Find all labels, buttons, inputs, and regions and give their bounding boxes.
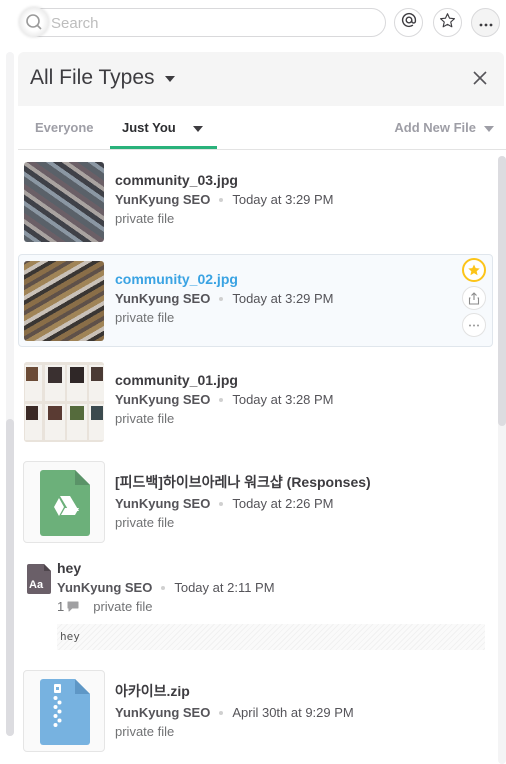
file-privacy: private file: [115, 310, 175, 325]
snippet-preview[interactable]: hey: [57, 624, 485, 650]
file-author[interactable]: YunKyung SEO: [115, 192, 210, 207]
separator-dot: [219, 397, 224, 402]
image-thumbnail: [24, 162, 104, 242]
file-actions-button[interactable]: [462, 313, 486, 337]
separator-dot: [161, 585, 166, 590]
file-privacy: private file: [93, 599, 153, 614]
file-timestamp: Today at 2:26 PM: [232, 496, 334, 511]
caret-down-icon: [164, 76, 175, 82]
search-box[interactable]: [22, 8, 386, 37]
file-privacy: private file: [115, 411, 175, 426]
separator-dot: [219, 296, 224, 301]
left-scrollbar[interactable]: [6, 52, 14, 736]
text-snippet-icon: Aa: [27, 564, 51, 594]
separator-dot: [219, 501, 224, 506]
file-name[interactable]: community_02.jpg: [115, 271, 334, 287]
file-name[interactable]: community_03.jpg: [115, 172, 334, 188]
image-thumbnail: [24, 362, 104, 442]
add-new-file-button[interactable]: Add New File: [394, 120, 494, 135]
file-privacy: private file: [115, 211, 175, 226]
tab-bar: Everyone Just You Add New File: [18, 106, 506, 150]
separator-dot: [219, 197, 224, 202]
right-scrollbar[interactable]: [498, 156, 506, 764]
star-filled-icon: [468, 264, 480, 276]
file-name[interactable]: 아카이브.zip: [115, 681, 354, 701]
file-item[interactable]: community_03.jpg YunKyung SEO Today at 3:…: [18, 154, 493, 246]
file-privacy: private file: [115, 515, 175, 530]
comment-count[interactable]: 1: [57, 599, 64, 614]
file-timestamp: Today at 3:29 PM: [232, 192, 334, 207]
tab-everyone[interactable]: Everyone: [35, 120, 94, 135]
file-timestamp: Today at 3:28 PM: [232, 392, 334, 407]
file-author[interactable]: YunKyung SEO: [115, 392, 210, 407]
left-scrollbar-thumb[interactable]: [6, 419, 14, 736]
file-author[interactable]: YunKyung SEO: [115, 496, 210, 511]
svg-text:Aa: Aa: [29, 579, 44, 591]
close-icon: [473, 71, 487, 85]
file-item[interactable]: [피드백]하이브아레나 워크샵 (Responses) YunKyung SEO…: [18, 454, 493, 546]
panel-header: All File Types: [18, 52, 504, 106]
right-scrollbar-thumb[interactable]: [498, 156, 506, 426]
file-icon-box: [23, 670, 105, 752]
file-type-filter[interactable]: All File Types: [30, 66, 175, 90]
file-item[interactable]: community_01.jpg YunKyung SEO Today at 3:…: [18, 354, 493, 446]
file-timestamp: April 30th at 9:29 PM: [232, 705, 354, 720]
ellipsis-icon: [469, 324, 479, 326]
caret-down-icon: [484, 125, 494, 132]
active-tab-indicator: [110, 146, 217, 149]
star-outline-icon: [439, 12, 456, 34]
file-timestamp: Today at 2:11 PM: [174, 580, 275, 595]
panel-title: All File Types: [30, 66, 155, 89]
search-input[interactable]: [51, 12, 371, 34]
at-sign-icon: [401, 12, 417, 33]
files-panel: All File Types Everyone Just You Add New…: [18, 52, 506, 764]
separator-dot: [219, 710, 224, 715]
share-icon: [468, 291, 480, 305]
file-icon-box: [23, 461, 105, 543]
search-icon[interactable]: [19, 7, 49, 37]
google-drive-icon: [40, 470, 90, 536]
comment-bubble-icon: [67, 601, 79, 612]
tab-just-you[interactable]: Just You: [122, 120, 176, 135]
star-button[interactable]: [462, 258, 486, 282]
mentions-button[interactable]: [394, 8, 423, 37]
file-name[interactable]: community_01.jpg: [115, 372, 334, 388]
file-item[interactable]: community_02.jpg YunKyung SEO Today at 3:…: [18, 254, 493, 347]
zip-file-icon: [40, 679, 90, 745]
more-button[interactable]: [471, 8, 500, 37]
file-name[interactable]: hey: [57, 560, 485, 576]
file-author[interactable]: YunKyung SEO: [115, 291, 210, 306]
ellipsis-icon: [479, 14, 493, 32]
file-privacy: private file: [115, 724, 175, 739]
top-bar: [0, 0, 506, 46]
add-new-file-label: Add New File: [394, 120, 476, 135]
starred-button[interactable]: [433, 8, 462, 37]
file-author[interactable]: YunKyung SEO: [115, 705, 210, 720]
caret-down-icon[interactable]: [193, 126, 203, 132]
file-timestamp: Today at 3:29 PM: [232, 291, 334, 306]
file-name[interactable]: [피드백]하이브아레나 워크샵 (Responses): [115, 472, 371, 492]
file-item[interactable]: 아카이브.zip YunKyung SEO April 30th at 9:29 …: [18, 663, 493, 755]
file-item[interactable]: Aa hey YunKyung SEO Today at 2:11 PM 1 pr…: [18, 556, 493, 654]
file-author[interactable]: YunKyung SEO: [57, 580, 152, 595]
share-button[interactable]: [462, 286, 486, 310]
image-thumbnail: [24, 261, 104, 341]
close-button[interactable]: [470, 68, 490, 88]
